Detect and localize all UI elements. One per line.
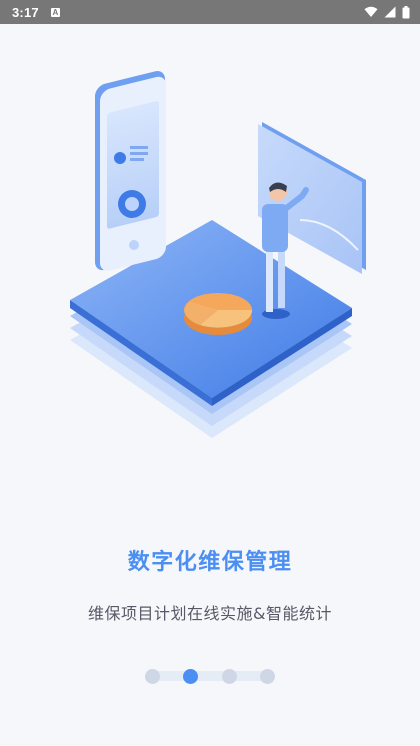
battery-icon bbox=[402, 5, 410, 18]
maintenance-illustration bbox=[70, 71, 366, 438]
pie-chart-illustration bbox=[184, 293, 253, 335]
page-indicator-track bbox=[149, 671, 271, 681]
status-bar: 3:17 A bbox=[0, 0, 420, 24]
signal-icon bbox=[384, 6, 396, 18]
page-dot-4[interactable] bbox=[259, 668, 275, 684]
onboarding-subtitle: 维保项目计划在线实施&智能统计 bbox=[88, 604, 332, 623]
wifi-icon bbox=[364, 6, 378, 17]
status-icons bbox=[364, 5, 410, 19]
page-dot-1[interactable] bbox=[145, 668, 160, 684]
page-dot-3[interactable] bbox=[221, 668, 237, 684]
page-dot-2[interactable] bbox=[183, 668, 199, 684]
notification-a-icon: A bbox=[50, 7, 60, 17]
phone-illustration bbox=[95, 71, 166, 271]
status-time: 3:17 bbox=[12, 4, 39, 20]
page-indicator[interactable] bbox=[145, 667, 275, 685]
onboarding-title: 数字化维保管理 bbox=[127, 550, 293, 575]
